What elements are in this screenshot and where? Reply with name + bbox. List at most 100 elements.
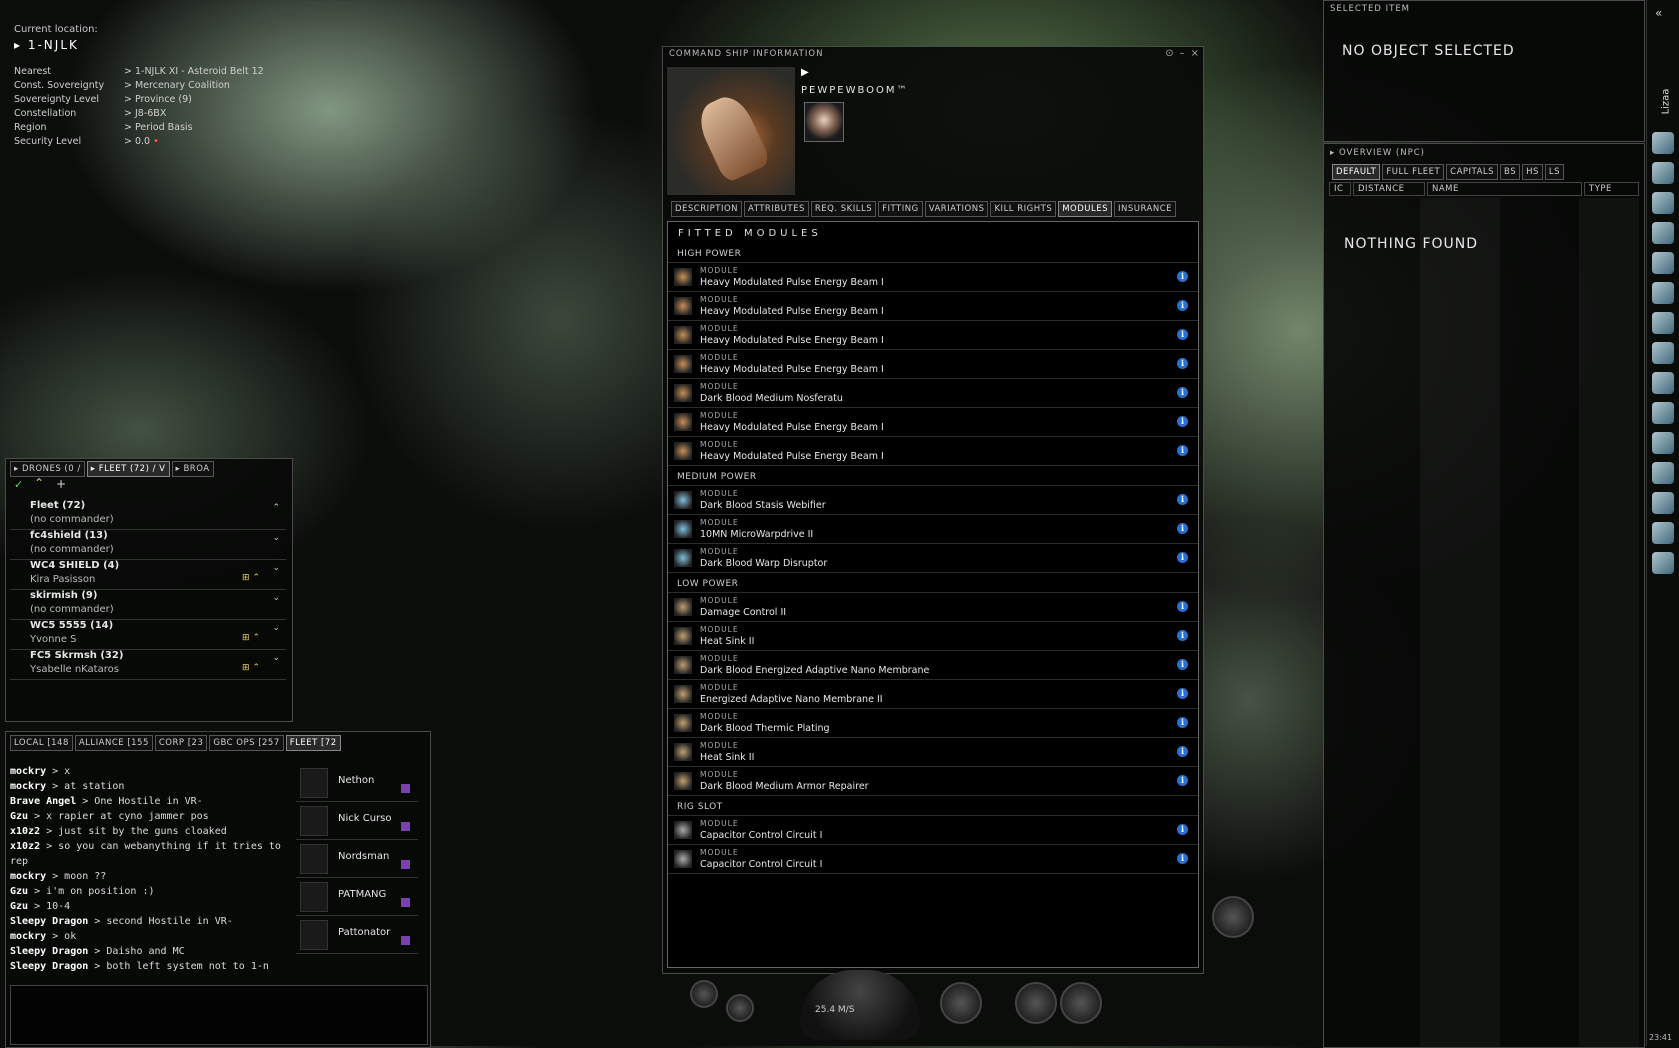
autopilot-icon[interactable] xyxy=(726,994,754,1022)
tab-kill-rights[interactable]: KILL RIGHTS xyxy=(990,201,1057,217)
current-system[interactable]: ▸ 1-NJLK xyxy=(14,38,264,52)
member-row[interactable]: Pattonator xyxy=(296,916,418,954)
overview-tab-bs[interactable]: BS xyxy=(1500,164,1521,180)
chat-author[interactable]: mockry xyxy=(10,871,46,882)
location-value[interactable]: > Province (9) xyxy=(124,92,264,106)
info-icon[interactable]: i xyxy=(1177,824,1188,835)
module-row[interactable]: MODULE Dark Blood Energized Adaptive Nano… xyxy=(668,651,1198,680)
column-type[interactable]: TYPE xyxy=(1584,182,1639,196)
cargo-icon[interactable] xyxy=(1652,372,1674,394)
info-icon[interactable]: i xyxy=(1177,630,1188,641)
info-icon[interactable]: i xyxy=(1177,775,1188,786)
chat-tab[interactable]: GBC OPS [257 xyxy=(209,735,284,751)
tab-insurance[interactable]: INSURANCE xyxy=(1114,201,1177,217)
fleet-group[interactable]: skirmish (9) (no commander) ⌄ xyxy=(10,587,286,620)
calculator-icon[interactable] xyxy=(1652,522,1674,544)
mail-icon[interactable] xyxy=(1652,192,1674,214)
chat-author[interactable]: mockry xyxy=(10,931,46,942)
chat-author[interactable]: Sleepy Dragon xyxy=(10,916,88,927)
fleet-group[interactable]: WC4 SHIELD (4) Kira Pasisson ⌄ ⊞ ⌃ xyxy=(10,557,286,590)
module-slot-icon[interactable] xyxy=(1212,896,1254,938)
module-row[interactable]: MODULE Heavy Modulated Pulse Energy Beam … xyxy=(668,292,1198,321)
chat-author[interactable]: Sleepy Dragon xyxy=(10,961,88,972)
column-distance[interactable]: DISTANCE xyxy=(1353,182,1425,196)
overview-tab-default[interactable]: DEFAULT xyxy=(1332,164,1381,180)
chat-author[interactable]: Gzu xyxy=(10,886,28,897)
expand-caret-icon[interactable]: ▶ xyxy=(801,67,809,78)
module-row[interactable]: MODULE Dark Blood Warp Disruptor i xyxy=(668,544,1198,573)
chat-author[interactable]: x10z2 xyxy=(10,826,40,837)
overview-tab-ls[interactable]: LS xyxy=(1544,164,1565,180)
member-row[interactable]: Nick Curso xyxy=(296,802,418,840)
info-icon[interactable]: i xyxy=(1177,494,1188,505)
module-row[interactable]: MODULE Heavy Modulated Pulse Energy Beam … xyxy=(668,321,1198,350)
pilot-portrait[interactable] xyxy=(804,102,844,142)
zoom-icon[interactable] xyxy=(690,980,718,1008)
column-name[interactable]: NAME xyxy=(1427,182,1582,196)
info-icon[interactable]: i xyxy=(1177,746,1188,757)
info-icon[interactable]: i xyxy=(1177,387,1188,398)
fleet-tab[interactable]: ▸ BROA xyxy=(171,461,214,477)
fleet-group[interactable]: WC5 5555 (14) Yvonne S ⌄ ⊞ ⌃ xyxy=(10,617,286,650)
module-row[interactable]: MODULE Heat Sink II i xyxy=(668,622,1198,651)
tab-attributes[interactable]: ATTRIBUTES xyxy=(744,201,809,217)
location-value[interactable]: > Period Basis xyxy=(124,120,264,134)
fleet-group[interactable]: fc4shield (13) (no commander) ⌄ xyxy=(10,527,286,560)
character-icon[interactable] xyxy=(1652,132,1674,154)
module-slot-icon[interactable] xyxy=(1015,982,1057,1024)
fleet-tab[interactable]: ▸ DRONES (0 / xyxy=(10,461,85,477)
expand-chevron-icon[interactable]: ⌄ xyxy=(272,593,280,603)
location-value[interactable]: > 1-NJLK XI - Asteroid Belt 12 xyxy=(124,64,264,78)
expand-chevron-icon[interactable]: ⌃ xyxy=(272,503,280,513)
location-value[interactable]: > Mercenary Coalition xyxy=(124,78,264,92)
member-row[interactable]: Nordsman xyxy=(296,840,418,878)
chat-tab[interactable]: FLEET [72 xyxy=(285,735,341,751)
check-icon[interactable]: ✓ xyxy=(14,478,23,491)
expand-chevron-icon[interactable]: ⌄ xyxy=(272,623,280,633)
module-row[interactable]: MODULE Heavy Modulated Pulse Energy Beam … xyxy=(668,350,1198,379)
fleet-group[interactable]: FC5 Skrmsh (32) Ysabelle nKataros ⌄ ⊞ ⌃ xyxy=(10,647,286,680)
module-row[interactable]: MODULE Heavy Modulated Pulse Energy Beam … xyxy=(668,437,1198,466)
tab-req-skills[interactable]: REQ. SKILLS xyxy=(810,201,877,217)
info-icon[interactable]: i xyxy=(1177,358,1188,369)
overview-tab-full-fleet[interactable]: FULL FLEET xyxy=(1382,164,1445,180)
module-row[interactable]: MODULE Capacitor Control Circuit I i xyxy=(668,845,1198,874)
overview-title[interactable]: ▸ OVERVIEW (NPC) xyxy=(1330,148,1425,158)
overview-tab-capitals[interactable]: CAPITALS xyxy=(1446,164,1499,180)
location-value[interactable]: > J8-6BX xyxy=(124,106,264,120)
column-ic[interactable]: IC xyxy=(1329,182,1351,196)
chat-author[interactable]: mockry xyxy=(10,781,46,792)
help-icon[interactable] xyxy=(1652,492,1674,514)
module-slot-icon[interactable] xyxy=(1060,982,1102,1024)
chat-author[interactable]: Sleepy Dragon xyxy=(10,946,88,957)
settings-icon[interactable]: ⊙ xyxy=(1165,48,1173,59)
info-icon[interactable]: i xyxy=(1177,416,1188,427)
info-icon[interactable]: i xyxy=(1177,659,1188,670)
module-row[interactable]: MODULE Dark Blood Stasis Webifier i xyxy=(668,486,1198,515)
module-row[interactable]: MODULE Capacitor Control Circuit I i xyxy=(668,816,1198,845)
expand-chevron-icon[interactable]: ⌄ xyxy=(272,563,280,573)
module-row[interactable]: MODULE 10MN MicroWarpdrive II i xyxy=(668,515,1198,544)
module-row[interactable]: MODULE Dark Blood Thermic Plating i xyxy=(668,709,1198,738)
member-row[interactable]: PATMANG xyxy=(296,878,418,916)
add-icon[interactable]: + xyxy=(56,477,66,491)
chat-author[interactable]: mockry xyxy=(10,766,46,777)
fleet-tab[interactable]: ▸ FLEET (72) / V xyxy=(86,461,170,477)
info-icon[interactable]: i xyxy=(1177,601,1188,612)
chat-icon[interactable] xyxy=(1652,552,1674,574)
chat-author[interactable]: Gzu xyxy=(10,811,28,822)
info-icon[interactable]: i xyxy=(1177,329,1188,340)
location-value[interactable]: > 0.0 • xyxy=(124,134,264,148)
map-icon[interactable] xyxy=(1652,312,1674,334)
chat-author[interactable]: x10z2 xyxy=(10,841,40,852)
system-name[interactable]: 1-NJLK xyxy=(28,38,79,52)
tab-fitting[interactable]: FITTING xyxy=(878,201,923,217)
module-row[interactable]: MODULE Heavy Modulated Pulse Energy Beam … xyxy=(668,263,1198,292)
expand-chevron-icon[interactable]: ⌄ xyxy=(272,653,280,663)
chat-author[interactable]: Brave Angel xyxy=(10,796,76,807)
contracts-icon[interactable] xyxy=(1652,432,1674,454)
overview-tab-hs[interactable]: HS xyxy=(1522,164,1543,180)
chat-tab[interactable]: LOCAL [148 xyxy=(10,735,73,751)
tab-modules[interactable]: MODULES xyxy=(1058,201,1113,217)
tab-description[interactable]: DESCRIPTION xyxy=(671,201,743,217)
